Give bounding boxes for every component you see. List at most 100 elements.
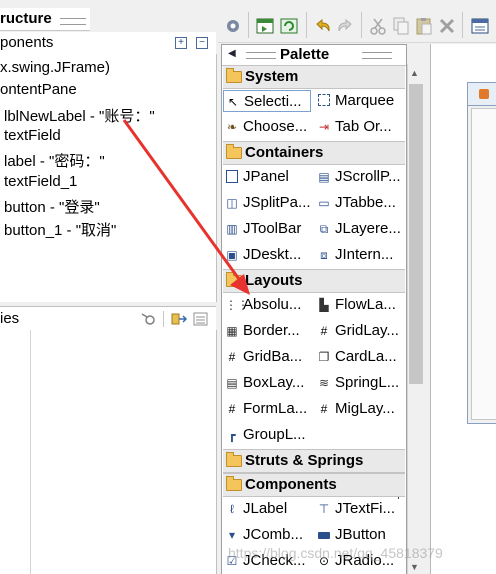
item-label: JToolBar [243,220,302,237]
goto-definition-icon[interactable] [170,311,188,327]
palette-grip-icon[interactable] [362,52,392,59]
item-label: GroupL... [243,426,306,443]
palette-item-jcombobox[interactable]: ▾ JComb... [223,524,311,546]
palette-item-jbutton[interactable]: JButton [315,524,405,546]
palette-item-marquee[interactable]: Marquee [315,90,405,112]
test-gui-icon[interactable] [254,16,276,36]
expand-all-button[interactable]: + [175,37,187,49]
palette-item-boxlayout[interactable]: ▤ BoxLay... [223,372,311,394]
scroll-up-icon[interactable]: ▲ [410,68,419,78]
item-label: JComb... [243,526,304,543]
advanced-properties-icon[interactable] [192,311,210,327]
tree-item-label[interactable]: label - "密码：" [4,150,105,171]
palette-item-jdesktoppane[interactable]: ▣ JDeskt... [223,244,311,266]
label-icon: ℓ [230,502,234,516]
palette-grip-icon[interactable] [246,52,276,59]
palette-item-jsplitpane[interactable]: ◫ JSplitPa... [223,192,311,214]
collapse-all-button[interactable]: − [196,37,208,49]
redo-icon[interactable] [334,16,356,36]
tree-item-lblnewlabel[interactable]: lblNewLabel - "账号：" [4,105,155,126]
palette-item-jpanel[interactable]: JPanel [223,166,311,188]
palette-item-gridlayout[interactable]: # GridLay... [315,320,405,342]
palette-item-selection[interactable]: ↖ Selecti... [223,90,311,112]
tree-item-jframe[interactable]: x.swing.JFrame) [0,59,110,76]
undo-icon[interactable] [312,16,334,36]
category-label: System [245,68,299,85]
category-system[interactable]: System [223,65,405,89]
text-field-icon: ⊤ [318,502,330,516]
palette-item-flowlayout[interactable]: ▙ FlowLa... [315,294,405,316]
components-tree[interactable]: x.swing.JFrame) ontentPane lblNewLabel -… [0,54,217,302]
palette-item-jlabel[interactable]: ℓ JLabel [223,498,311,520]
palette-item-grouplayout[interactable]: ┏ GroupL... [223,424,311,446]
scroll-pane-icon: ▤ [318,170,330,184]
tree-item-textfield-1[interactable]: textField_1 [4,173,77,190]
palette-item-tab-order[interactable]: ⇥ Tab Or... [315,116,405,138]
copy-icon[interactable] [390,16,412,36]
palette-item-miglayout[interactable]: # MigLay... [315,398,405,420]
show-events-icon[interactable] [140,311,158,327]
category-label: Components [245,476,337,493]
palette-item-gridbaglayout[interactable]: # GridBa... [223,346,311,368]
marquee-icon [317,94,331,108]
palette-panel: ◀ Palette System ↖ Selecti... Marquee ❧ … [221,44,407,574]
palette-item-jtabbedpane[interactable]: ▭ JTabbe... [315,192,405,214]
item-label: Choose... [243,118,308,135]
components-label: ponents [0,34,54,51]
collapse-palette-icon[interactable]: ◀ [228,48,236,59]
palette-item-jlayeredpane[interactable]: ⧉ JLayere... [315,218,405,240]
properties-table[interactable] [0,330,217,574]
palette-title: Palette [280,46,330,63]
item-label: JLayere... [335,220,401,237]
palette-item-jtextfield[interactable]: ⊤ JTextFi... [315,498,405,520]
card-layout-icon: ❐ [318,350,330,364]
content-pane-preview[interactable] [471,108,496,420]
box-layout-icon: ▤ [226,376,238,390]
category-struts-springs[interactable]: Struts & Springs [223,449,405,473]
spring-layout-icon: ≋ [318,376,330,390]
toolbar-separator [163,311,164,327]
toolbar-icon: ▥ [226,222,238,236]
delete-icon[interactable] [436,16,458,36]
toolbar-separator [361,12,362,38]
item-label: GridBa... [243,348,303,365]
category-containers[interactable]: Containers [223,141,405,165]
components-bar: ponents + − [0,32,216,55]
folder-icon [226,452,242,467]
palette-item-choose-component[interactable]: ❧ Choose... [223,116,311,138]
bean-icon: ❧ [226,120,238,134]
palette-item-jtoolbar[interactable]: ▥ JToolBar [223,218,311,240]
item-label: Tab Or... [335,118,392,135]
tabbed-pane-icon: ▭ [318,196,330,210]
design-canvas[interactable] [430,44,496,574]
palette-item-jinternalframe[interactable]: ⧈ JIntern... [315,244,405,266]
palette-item-absolute-layout[interactable]: ⋮⋮ Absolu... [223,294,311,316]
paste-icon[interactable] [413,16,435,36]
tree-item-button[interactable]: button - "登录" [4,196,100,217]
tree-item-button-1[interactable]: button_1 - "取消" [4,219,116,240]
toolbar-separator [306,12,307,38]
cut-icon[interactable] [367,16,389,36]
palette-item-formlayout[interactable]: # FormLa... [223,398,311,420]
combobox-icon: ▾ [228,528,236,542]
refresh-icon[interactable] [278,16,300,36]
item-label: FormLa... [243,400,308,417]
layout-icon[interactable] [469,16,491,36]
category-label: Struts & Springs [245,452,364,469]
tree-item-textfield[interactable]: textField [4,127,61,144]
item-label: JSplitPa... [243,194,311,211]
palette-item-springlayout[interactable]: ≋ SpringL... [315,372,405,394]
palette-item-cardlayout[interactable]: ❐ CardLa... [315,346,405,368]
category-layouts[interactable]: Layouts [223,269,405,293]
scroll-down-icon[interactable]: ▼ [410,562,419,572]
palette-item-jscrollpane[interactable]: ▤ JScrollP... [315,166,405,188]
palette-item-borderlayout[interactable]: ▦ Border... [223,320,311,342]
settings-icon[interactable] [222,16,244,36]
tree-item-contentpane[interactable]: ontentPane [0,81,77,98]
panel-grip-icon[interactable] [60,18,86,25]
palette-scrollbar-thumb[interactable] [409,84,423,384]
mig-layout-icon: # [320,402,328,416]
internal-frame-icon: ⧈ [320,248,328,262]
item-label: BoxLay... [243,374,305,391]
category-components[interactable]: Components [223,473,405,497]
